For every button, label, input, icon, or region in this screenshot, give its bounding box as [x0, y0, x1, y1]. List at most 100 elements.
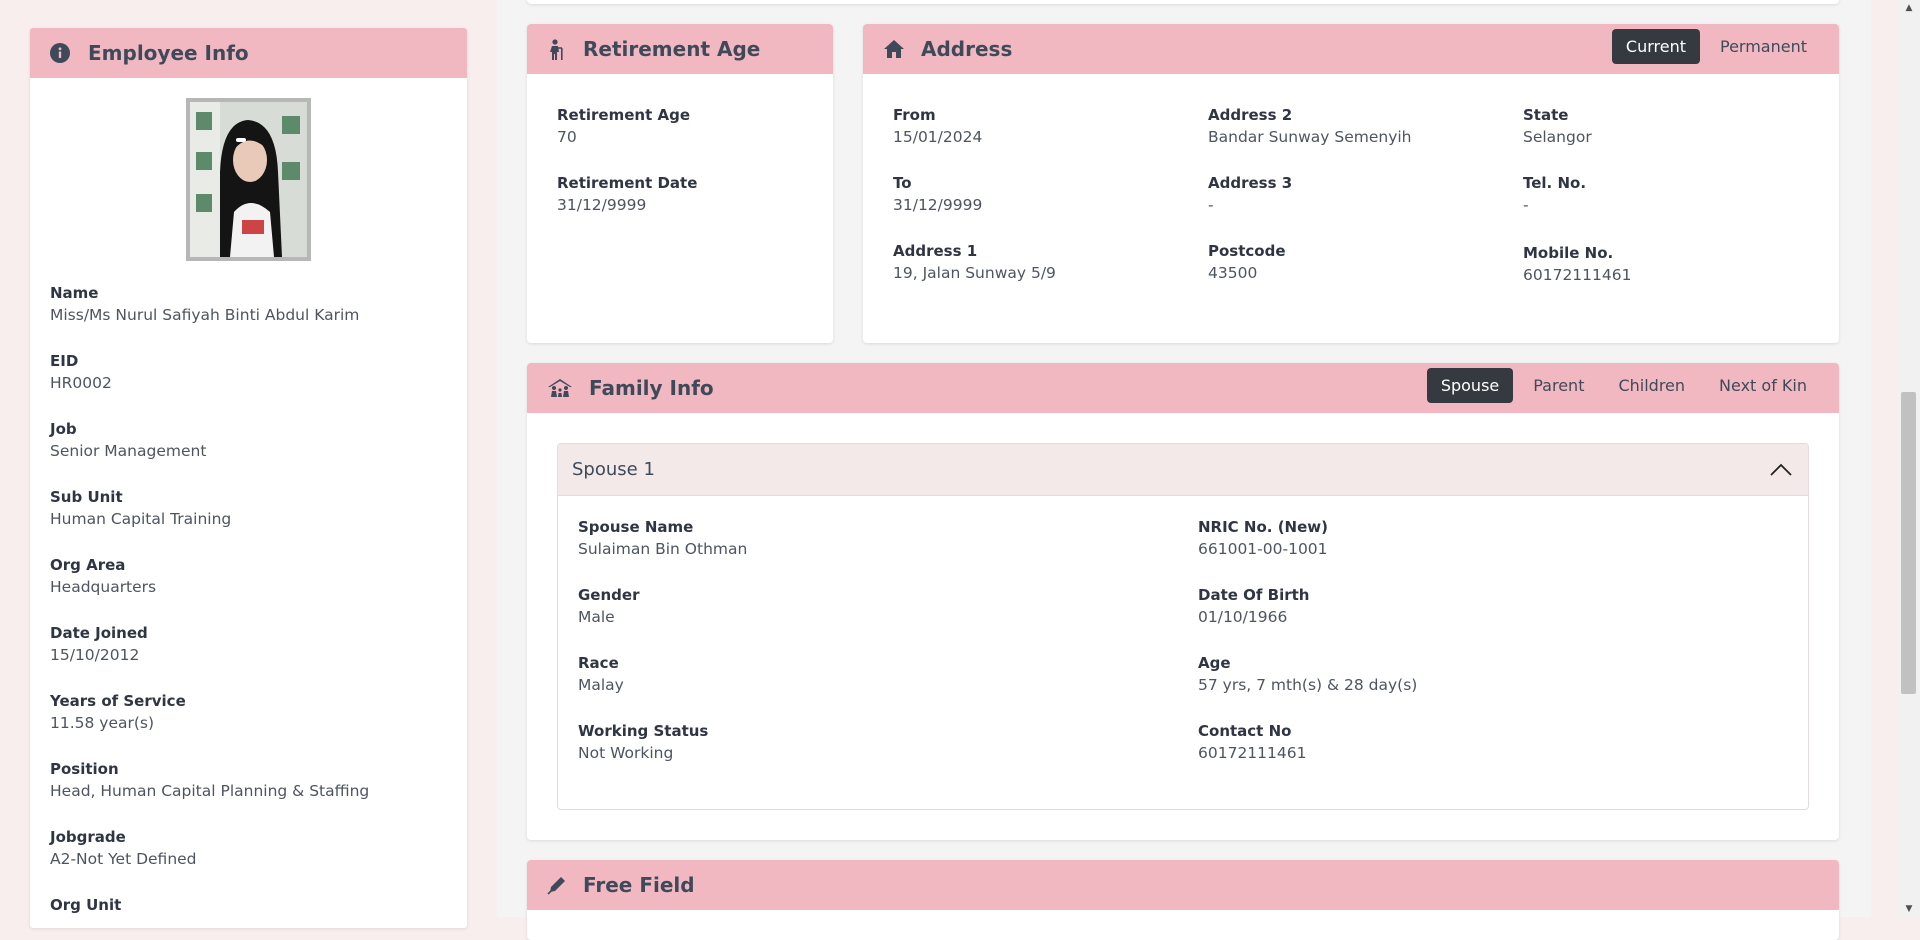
spouse-name-value: Sulaiman Bin Othman	[578, 540, 748, 558]
free-field-header: Free Field	[527, 860, 1839, 910]
spouse-name-label: Spouse Name	[578, 518, 694, 536]
employee-field: Position Head, Human Capital Planning & S…	[50, 758, 369, 802]
spouse-accordion: Spouse 1 Spouse Name Sulaiman Bin Othman…	[557, 443, 1809, 810]
family-info-card: Family Info Spouse Parent Children Next …	[527, 363, 1839, 840]
race-value: Malay	[578, 676, 624, 694]
scroll-up-arrow[interactable]: ▲	[1902, 3, 1916, 13]
address2-label: Address 2	[1208, 106, 1293, 124]
contact-label: Contact No	[1198, 722, 1292, 740]
scroll-down-arrow[interactable]: ▼	[1902, 904, 1916, 914]
employee-field-value: Head, Human Capital Planning & Staffing	[50, 782, 370, 800]
postcode-value: 43500	[1208, 264, 1258, 282]
state-value: Selangor	[1523, 128, 1592, 146]
nric-label: NRIC No. (New)	[1198, 518, 1328, 536]
address3-value: -	[1208, 196, 1214, 214]
family-icon	[547, 378, 573, 398]
from-label: From	[893, 106, 936, 124]
address3-label: Address 3	[1208, 174, 1293, 192]
retirement-age-card: Retirement Age Retirement Age 70 Retirem…	[527, 24, 833, 343]
dob-label: Date Of Birth	[1198, 586, 1310, 604]
employee-field: Jobgrade A2-Not Yet Defined	[50, 826, 197, 870]
employee-field-value: HR0002	[50, 374, 112, 392]
working-status-label: Working Status	[578, 722, 709, 740]
employee-field-value: Miss/Ms Nurul Safiyah Binti Abdul Karim	[50, 306, 360, 324]
retirement-age-header: Retirement Age	[527, 24, 833, 74]
tab-children[interactable]: Children	[1604, 368, 1699, 403]
nric-value: 661001-00-1001	[1198, 540, 1328, 558]
retirement-date-label: Retirement Date	[557, 174, 698, 192]
tel-value: -	[1523, 196, 1529, 214]
family-info-title: Family Info	[589, 376, 714, 400]
chevron-up-icon[interactable]	[1770, 462, 1792, 481]
employee-photo	[186, 98, 311, 261]
employee-field-label: Job	[50, 420, 77, 438]
info-icon	[50, 43, 70, 63]
to-value: 31/12/9999	[893, 196, 983, 214]
employee-field: Org Unit	[50, 894, 121, 916]
address-card: Address Current Permanent From 15/01/202…	[863, 24, 1839, 343]
employee-field-label: Years of Service	[50, 692, 186, 710]
employee-field-label: EID	[50, 352, 79, 370]
address-title: Address	[921, 37, 1013, 61]
spouse-accordion-header[interactable]: Spouse 1	[558, 444, 1808, 496]
age-value: 57 yrs, 7 mth(s) & 28 day(s)	[1198, 676, 1418, 694]
from-value: 15/01/2024	[893, 128, 983, 146]
employee-field-value: Senior Management	[50, 442, 207, 460]
employee-field-value: A2-Not Yet Defined	[50, 850, 197, 868]
employee-field-label: Position	[50, 760, 119, 778]
tab-parent[interactable]: Parent	[1519, 368, 1598, 403]
employee-field: Sub Unit Human Capital Training	[50, 486, 231, 530]
employee-field-label: Org Area	[50, 556, 126, 574]
gender-label: Gender	[578, 586, 640, 604]
employee-field-label: Jobgrade	[50, 828, 126, 846]
tel-label: Tel. No.	[1523, 174, 1587, 192]
tab-address-permanent[interactable]: Permanent	[1706, 29, 1821, 64]
employee-info-title: Employee Info	[88, 41, 249, 65]
address2-value: Bandar Sunway Semenyih	[1208, 128, 1412, 146]
mobile-value: 60172111461	[1523, 266, 1632, 284]
family-info-header: Family Info Spouse Parent Children Next …	[527, 363, 1839, 413]
employee-field-label: Org Unit	[50, 896, 122, 914]
retirement-age-title: Retirement Age	[583, 37, 761, 61]
tab-address-current[interactable]: Current	[1611, 29, 1700, 64]
to-label: To	[893, 174, 912, 192]
employee-field-value: Human Capital Training	[50, 510, 232, 528]
address1-label: Address 1	[893, 242, 978, 260]
mobile-label: Mobile No.	[1523, 244, 1614, 262]
tab-spouse[interactable]: Spouse	[1426, 368, 1514, 403]
elderly-person-icon	[547, 39, 567, 60]
gender-value: Male	[578, 608, 615, 626]
employee-field-label: Sub Unit	[50, 488, 123, 506]
dob-value: 01/10/1966	[1198, 608, 1288, 626]
free-field-card: Free Field	[527, 860, 1839, 940]
tab-next-of-kin[interactable]: Next of Kin	[1705, 368, 1821, 403]
employee-info-header: Employee Info	[30, 28, 467, 78]
employee-field-value: 11.58 year(s)	[50, 714, 155, 732]
scrollbar-thumb[interactable]	[1901, 392, 1916, 694]
postcode-label: Postcode	[1208, 242, 1286, 260]
state-label: State	[1523, 106, 1569, 124]
employee-field-label: Name	[50, 284, 99, 302]
employee-field-label: Date Joined	[50, 624, 148, 642]
employee-field: Org Area Headquarters	[50, 554, 156, 598]
address-header: Address Current Permanent	[863, 24, 1839, 74]
retirement-age-label: Retirement Age	[557, 106, 691, 124]
retirement-date-value: 31/12/9999	[557, 196, 647, 214]
spouse-accordion-title: Spouse 1	[572, 459, 655, 480]
pen-icon	[547, 875, 567, 895]
retirement-age-value: 70	[557, 128, 577, 146]
address1-value: 19, Jalan Sunway 5/9	[893, 264, 1056, 282]
employee-field: Job Senior Management	[50, 418, 206, 462]
home-icon	[883, 39, 904, 59]
employee-field-value: 15/10/2012	[50, 646, 140, 664]
employee-info-card: Employee Info Name Miss/Ms Nurul Safiyah …	[30, 28, 467, 928]
employee-field: Date Joined 15/10/2012	[50, 622, 148, 666]
employee-field: EID HR0002	[50, 350, 112, 394]
free-field-title: Free Field	[583, 873, 695, 897]
race-label: Race	[578, 654, 619, 672]
contact-value: 60172111461	[1198, 744, 1307, 762]
employee-field-value: Headquarters	[50, 578, 157, 596]
employee-field: Name Miss/Ms Nurul Safiyah Binti Abdul Ka…	[50, 282, 359, 326]
employee-field: Years of Service 11.58 year(s)	[50, 690, 186, 734]
previous-card-bottom	[527, 0, 1839, 4]
